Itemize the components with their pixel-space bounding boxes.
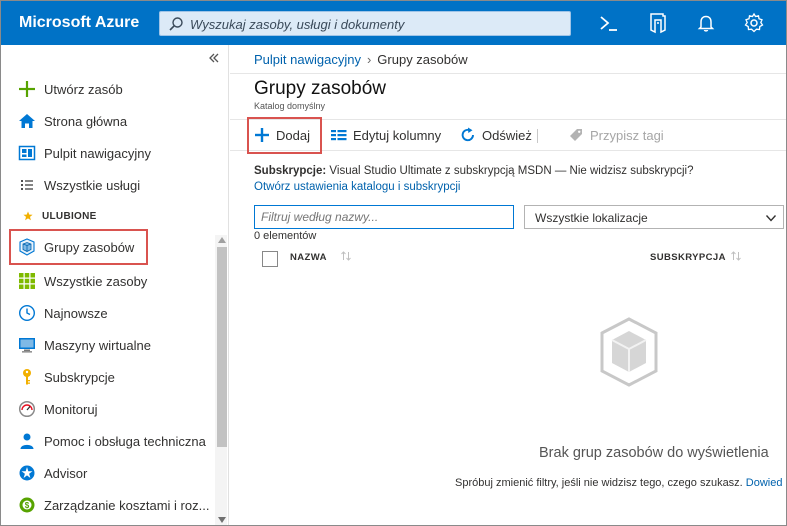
svg-text:$: $ bbox=[25, 501, 30, 510]
refresh-button[interactable]: Odśwież bbox=[460, 120, 538, 150]
key-icon bbox=[23, 369, 31, 385]
edit-columns-label: Edytuj kolumny bbox=[353, 128, 442, 143]
brand-logo[interactable]: Microsoft Azure bbox=[19, 14, 139, 32]
dashboard-icon bbox=[18, 145, 36, 161]
collapse-sidebar-icon[interactable] bbox=[207, 51, 221, 65]
subscriptions-label: Subskrypcje: bbox=[254, 165, 327, 177]
sidebar-scrollbar[interactable] bbox=[215, 235, 227, 525]
page-title: Grupy zasobów bbox=[254, 78, 387, 99]
chevron-down-icon bbox=[765, 215, 777, 222]
empty-state-title: Brak grup zasobów do wyświetlenia bbox=[539, 445, 769, 461]
directory-settings-link[interactable]: Otwórz ustawienia katalogu i subskrypcji bbox=[254, 181, 460, 193]
refresh-icon bbox=[461, 127, 474, 142]
sidebar: Utwórz zasób Strona główna Pulpit nawiga… bbox=[1, 45, 229, 525]
column-subscription-label: SUBSKRYPCJA bbox=[650, 252, 726, 263]
scroll-up-icon[interactable] bbox=[217, 235, 227, 245]
breadcrumb: Pulpit nawigacyjny › Grupy zasobów bbox=[254, 52, 468, 67]
subscriptions-info: Subskrypcje: Visual Studio Ultimate z su… bbox=[254, 165, 694, 177]
empty-state-hint: Spróbuj zmienić filtry, jeśli nie widzis… bbox=[455, 477, 782, 489]
sidebar-item-label: Wszystkie zasoby bbox=[44, 274, 148, 289]
location-select[interactable]: Wszystkie lokalizacje bbox=[524, 205, 784, 229]
breadcrumb-current: Grupy zasobów bbox=[377, 52, 468, 67]
breadcrumb-separator-icon: › bbox=[366, 52, 372, 67]
sidebar-item-label: Monitoruj bbox=[44, 402, 98, 417]
favorites-header: ULUBIONE bbox=[1, 207, 215, 227]
sidebar-item-monitor[interactable]: Monitoruj bbox=[1, 394, 215, 424]
clock-icon bbox=[18, 304, 36, 322]
column-header-subscription[interactable]: SUBSKRYPCJA bbox=[650, 246, 750, 270]
star-icon bbox=[23, 211, 33, 221]
page-subtitle: Katalog domyślny bbox=[254, 101, 326, 111]
sidebar-item-label: Najnowsze bbox=[44, 306, 108, 321]
advisor-icon bbox=[19, 465, 35, 481]
global-search[interactable]: Wyszukaj zasoby, usługi i dokumenty bbox=[159, 11, 571, 36]
plus-icon bbox=[19, 81, 35, 97]
home-icon bbox=[19, 114, 35, 128]
sidebar-item-dashboard[interactable]: Pulpit nawigacyjny bbox=[1, 138, 215, 168]
column-name-label: NAZWA bbox=[290, 252, 327, 263]
settings-gear-icon[interactable] bbox=[742, 11, 766, 35]
cost-icon: $ bbox=[19, 497, 35, 513]
sidebar-item-label: Subskrypcje bbox=[44, 370, 115, 385]
monitor-icon bbox=[19, 338, 35, 353]
sidebar-item-advisor[interactable]: Advisor bbox=[1, 458, 215, 488]
sidebar-item-virtual-machines[interactable]: Maszyny wirtualne bbox=[1, 330, 215, 360]
column-header-name[interactable]: NAZWA bbox=[290, 246, 360, 270]
favorites-label: ULUBIONE bbox=[42, 211, 97, 222]
cloud-shell-icon[interactable] bbox=[597, 11, 621, 35]
assign-tags-label: Przypisz tagi bbox=[590, 128, 664, 143]
sidebar-item-label: Wszystkie usługi bbox=[44, 178, 141, 193]
sort-icon bbox=[341, 251, 351, 261]
sidebar-item-help-support[interactable]: Pomoc i obsługa techniczna bbox=[1, 426, 215, 456]
tag-icon bbox=[570, 129, 582, 141]
columns-icon bbox=[331, 130, 347, 141]
sidebar-item-subscriptions[interactable]: Subskrypcje bbox=[1, 362, 215, 392]
sort-icon bbox=[731, 251, 741, 261]
sidebar-item-label: Pomoc i obsługa techniczna bbox=[44, 434, 206, 449]
sidebar-item-label: Utwórz zasób bbox=[44, 82, 123, 97]
window-frame: Microsoft Azure Wyszukaj zasoby, usługi … bbox=[0, 0, 787, 526]
grid-icon bbox=[19, 273, 35, 289]
sidebar-item-recent[interactable]: Najnowsze bbox=[1, 298, 215, 328]
filter-name-input[interactable] bbox=[254, 205, 514, 229]
gauge-icon bbox=[18, 400, 36, 418]
list-icon bbox=[21, 180, 33, 190]
assign-tags-button[interactable]: Przypisz tagi bbox=[568, 120, 668, 150]
sidebar-item-all-resources[interactable]: Wszystkie zasoby bbox=[1, 266, 215, 296]
sidebar-item-label: Maszyny wirtualne bbox=[44, 338, 151, 353]
subscriptions-text: Visual Studio Ultimate z subskrypcją MSD… bbox=[326, 165, 694, 177]
edit-columns-button[interactable]: Edytuj kolumny bbox=[331, 120, 446, 150]
sidebar-item-create-resource[interactable]: Utwórz zasób bbox=[1, 74, 215, 104]
top-bar: Microsoft Azure Wyszukaj zasoby, usługi … bbox=[1, 1, 786, 45]
items-count: 0 elementów bbox=[254, 230, 317, 242]
search-icon bbox=[169, 17, 183, 31]
location-select-value: Wszystkie lokalizacje bbox=[535, 211, 648, 225]
empty-resource-group-icon bbox=[600, 317, 658, 387]
command-divider bbox=[537, 129, 538, 143]
sidebar-item-label: Strona główna bbox=[44, 114, 128, 129]
sidebar-item-all-services[interactable]: Wszystkie usługi bbox=[1, 170, 215, 200]
directory-filter-icon[interactable] bbox=[646, 11, 670, 35]
empty-hint-text: Spróbuj zmienić filtry, jeśli nie widzis… bbox=[455, 477, 746, 489]
scrollbar-thumb[interactable] bbox=[217, 247, 227, 447]
sidebar-item-label: Pulpit nawigacyjny bbox=[44, 146, 151, 161]
refresh-label: Odśwież bbox=[482, 128, 532, 143]
select-all-checkbox[interactable] bbox=[262, 251, 278, 267]
sidebar-item-label: Advisor bbox=[44, 466, 88, 481]
sidebar-item-cost-management[interactable]: $ Zarządzanie kosztami i roz... bbox=[1, 490, 215, 520]
notifications-bell-icon[interactable] bbox=[694, 11, 718, 35]
sidebar-item-home[interactable]: Strona główna bbox=[1, 106, 215, 136]
support-person-icon bbox=[20, 433, 34, 449]
highlight-add-button bbox=[247, 117, 322, 154]
main-panel: Pulpit nawigacyjny › Grupy zasobów Grupy z… bbox=[230, 45, 786, 525]
sidebar-item-label: Zarządzanie kosztami i roz... bbox=[44, 498, 210, 513]
highlight-resource-groups bbox=[9, 229, 148, 265]
breadcrumb-link-dashboard[interactable]: Pulpit nawigacyjny bbox=[254, 52, 361, 67]
divider bbox=[230, 73, 786, 74]
learn-more-link[interactable]: Dowied bbox=[746, 477, 783, 489]
scroll-down-icon[interactable] bbox=[217, 515, 227, 525]
search-placeholder[interactable]: Wyszukaj zasoby, usługi i dokumenty bbox=[190, 17, 404, 32]
